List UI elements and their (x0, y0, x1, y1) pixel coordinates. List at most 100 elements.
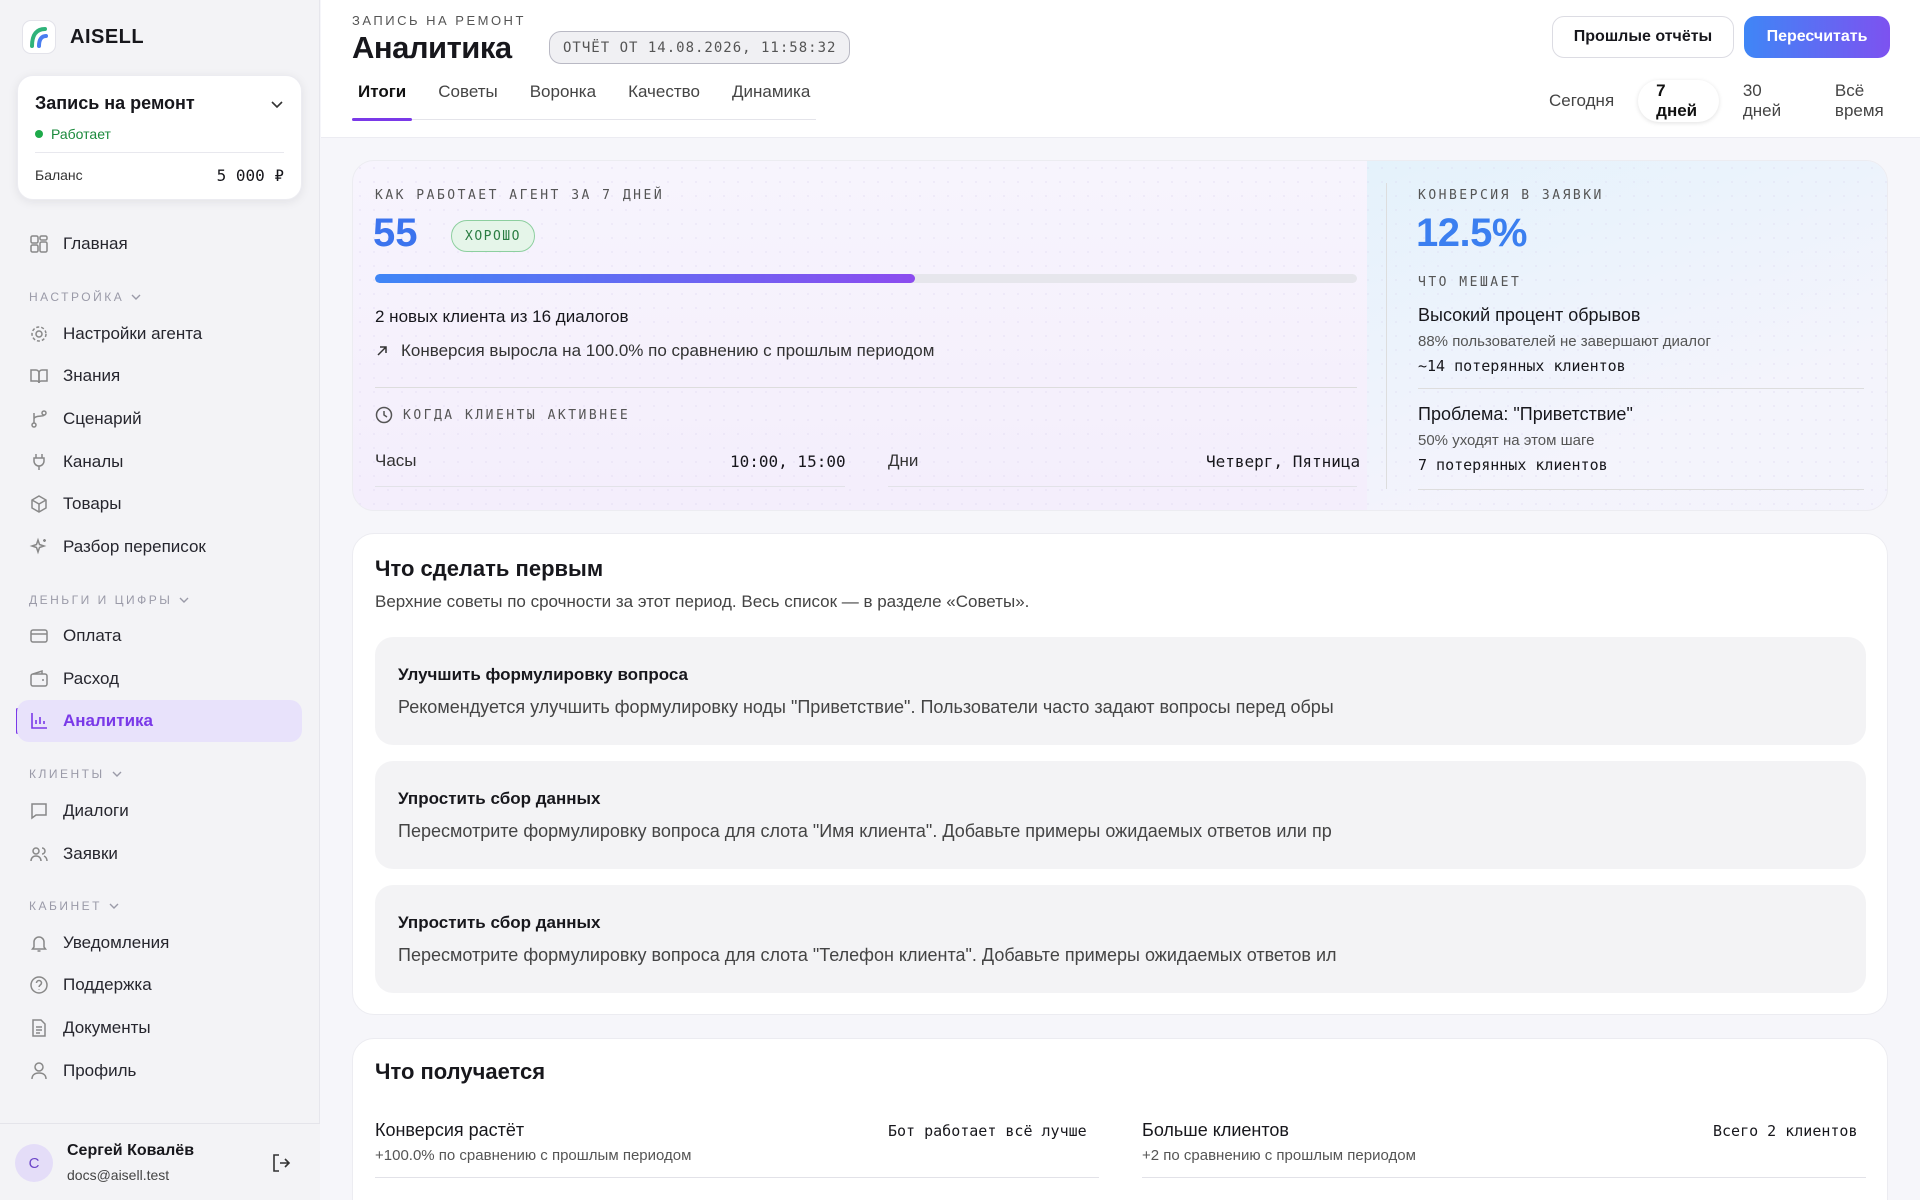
users-icon (30, 847, 48, 862)
divider (1418, 388, 1864, 389)
divider (375, 1177, 1099, 1178)
chevron-down-icon[interactable] (269, 96, 285, 112)
user-name: Сергей Ковалёв (67, 1142, 195, 1159)
sidebar-item-payment[interactable]: Оплата (17, 615, 302, 657)
sidebar-item-profile[interactable]: Профиль (17, 1050, 302, 1092)
sidebar-item-label: Поддержка (63, 975, 152, 994)
new-clients-text: 2 новых клиента из 16 диалогов (375, 307, 629, 326)
blockers-label: ЧТО МЕШАЕТ (1418, 275, 1522, 290)
sidebar-item-requests[interactable]: Заявки (17, 833, 302, 875)
sidebar-item-review[interactable]: Разбор переписок (17, 526, 302, 568)
sidebar-item-scenario[interactable]: Сценарий (17, 398, 302, 440)
sidebar-item-label: Профиль (63, 1061, 137, 1080)
agent-score-label: КАК РАБОТАЕТ АГЕНТ ЗА 7 ДНЕЙ (375, 188, 665, 203)
result-note: Всего 2 клиентов (1713, 1122, 1858, 1140)
problem-subtitle: 50% уходят на этом шаге (1418, 432, 1595, 449)
brand-name: AISELL (70, 25, 145, 48)
period-today[interactable]: Сегодня (1531, 80, 1632, 122)
tip-description: Пересмотрите формулировку вопроса для сл… (398, 945, 1337, 965)
section-clients[interactable]: КЛИЕНТЫ (29, 767, 123, 781)
hours-label: Часы (375, 451, 417, 470)
bell-icon (31, 936, 47, 952)
period-30-days[interactable]: 30 дней (1725, 80, 1811, 122)
logout-icon[interactable] (270, 1152, 292, 1174)
section-label: НАСТРОЙКА (29, 290, 125, 304)
status-badge: Работает (35, 126, 111, 142)
period-all-time[interactable]: Всё время (1817, 80, 1920, 122)
divider (1142, 1177, 1866, 1178)
project-switcher[interactable]: Запись на ремонт Работает Баланс 5 000 ₽ (17, 75, 302, 200)
section-label: КАБИНЕТ (29, 899, 102, 913)
hours-value: 10:00, 15:00 (730, 452, 846, 471)
sidebar-item-label: Уведомления (63, 933, 170, 952)
section-cabinet[interactable]: КАБИНЕТ (29, 899, 120, 913)
divider (888, 486, 1357, 487)
chevron-down-icon (112, 771, 122, 777)
score-progress-bar (375, 274, 1357, 283)
sidebar-item-analytics[interactable]: Аналитика (17, 700, 302, 742)
brand[interactable]: AISELL (22, 20, 144, 54)
chevron-down-icon (109, 903, 119, 909)
sidebar-item-label: Расход (63, 669, 120, 688)
avatar[interactable]: С (15, 1144, 53, 1182)
sidebar-item-label: Каналы (63, 452, 124, 471)
section-settings[interactable]: НАСТРОЙКА (29, 290, 142, 304)
problem-lost: 7 потерянных клиентов (1418, 456, 1608, 474)
conversion-label: КОНВЕРСИЯ В ЗАЯВКИ (1418, 188, 1604, 203)
sidebar-item-support[interactable]: Поддержка (17, 964, 302, 1006)
sidebar-item-products[interactable]: Товары (17, 483, 302, 525)
section-money[interactable]: ДЕНЬГИ И ЦИФРЫ (29, 593, 190, 607)
page-header: ЗАПИСЬ НА РЕМОНТ Аналитика ОТЧЁТ ОТ 14.0… (321, 0, 1920, 138)
sidebar-item-label: Настройки агента (63, 324, 203, 343)
conversion-value: 12.5% (1416, 211, 1527, 255)
sidebar-item-knowledge[interactable]: Знания (17, 355, 302, 397)
tab-funnel[interactable]: Воронка (524, 82, 602, 120)
past-reports-button[interactable]: Прошлые отчёты (1552, 16, 1734, 58)
report-date-badge: ОТЧЁТ ОТ 14.08.2026, 11:58:32 (549, 31, 851, 64)
branch-icon (31, 410, 47, 428)
score-badge: ХОРОШО (451, 220, 535, 252)
sidebar-item-label: Товары (63, 494, 122, 513)
tip-card[interactable]: Улучшить формулировку вопроса Рекомендуе… (375, 637, 1866, 745)
period-7-days[interactable]: 7 дней (1638, 80, 1719, 122)
balance-label: Баланс (35, 167, 83, 183)
sidebar-item-home[interactable]: Главная (17, 223, 302, 265)
sidebar-item-label: Знания (63, 366, 121, 385)
days-value: Четверг, Пятница (1206, 452, 1361, 471)
chat-icon (31, 803, 47, 820)
active-time-label: КОГДА КЛИЕНТЫ АКТИВНЕЕ (403, 407, 631, 423)
breadcrumb: ЗАПИСЬ НА РЕМОНТ (352, 13, 526, 28)
wallet-icon (30, 669, 48, 687)
tab-dynamics[interactable]: Динамика (726, 82, 816, 120)
chevron-down-icon (179, 597, 189, 603)
clock-icon (375, 406, 393, 424)
balance-value: 5 000 ₽ (216, 166, 284, 185)
sidebar-item-label: Документы (63, 1018, 151, 1037)
tip-card[interactable]: Упростить сбор данных Пересмотрите форму… (375, 761, 1866, 869)
grid-icon (30, 235, 48, 253)
tab-tips[interactable]: Советы (432, 82, 503, 120)
divider (1418, 489, 1864, 490)
section-label: ДЕНЬГИ И ЦИФРЫ (29, 593, 173, 607)
divider (375, 387, 1357, 388)
status-text: Работает (51, 126, 111, 142)
sidebar-item-notifications[interactable]: Уведомления (17, 922, 302, 964)
result-subtitle: +100.0% по сравнению с прошлым периодом (375, 1147, 692, 1164)
sidebar-item-label: Аналитика (63, 711, 153, 730)
bar-chart-icon (31, 713, 47, 729)
tab-quality[interactable]: Качество (622, 82, 706, 120)
sidebar-item-dialogs[interactable]: Диалоги (17, 790, 302, 832)
logo-icon (22, 20, 56, 54)
user-icon (31, 1062, 47, 1080)
book-icon (30, 369, 48, 384)
tip-card[interactable]: Упростить сбор данных Пересмотрите форму… (375, 885, 1866, 993)
tab-summary[interactable]: Итоги (352, 82, 413, 121)
days-label: Дни (888, 451, 919, 470)
recalculate-button[interactable]: Пересчитать (1744, 16, 1890, 58)
conversion-trend: Конверсия выросла на 100.0% по сравнению… (375, 341, 934, 361)
problem-title: Высокий процент обрывов (1418, 305, 1641, 325)
sidebar-item-channels[interactable]: Каналы (17, 441, 302, 483)
sidebar-item-agent-settings[interactable]: Настройки агента (17, 313, 302, 355)
sidebar-item-documents[interactable]: Документы (17, 1007, 302, 1049)
sidebar-item-expense[interactable]: Расход (17, 658, 302, 700)
